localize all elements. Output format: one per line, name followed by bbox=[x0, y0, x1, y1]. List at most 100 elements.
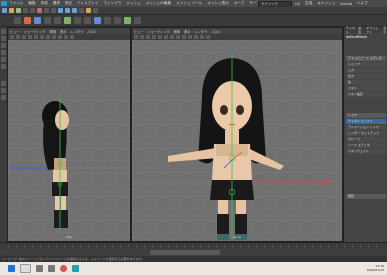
extrude-icon[interactable] bbox=[94, 17, 101, 24]
grid-icon[interactable] bbox=[34, 35, 38, 39]
menu-select[interactable]: 選択 bbox=[53, 1, 60, 6]
section-anim-layers[interactable]: アニメーション レイヤ bbox=[346, 125, 386, 130]
section-node-editor[interactable]: ノード エディタ bbox=[346, 143, 386, 148]
four-view-icon[interactable] bbox=[1, 88, 6, 93]
snap-grid-icon[interactable] bbox=[58, 8, 63, 13]
menu-display[interactable]: ディスプレイ bbox=[77, 1, 98, 6]
range-slider[interactable] bbox=[0, 249, 387, 256]
single-view-icon[interactable] bbox=[1, 81, 6, 86]
new-scene-icon[interactable] bbox=[2, 8, 7, 13]
lasso-tool-icon[interactable] bbox=[1, 36, 6, 41]
vp-menu-panels[interactable]: パネル bbox=[87, 29, 97, 34]
vp-menu-lighting[interactable]: 照明 bbox=[174, 29, 180, 34]
vp-menu-view[interactable]: ビュー bbox=[134, 29, 144, 34]
vp-menu-panels[interactable]: パネル bbox=[211, 29, 221, 34]
lock-camera-icon[interactable] bbox=[140, 35, 144, 39]
shadows-icon[interactable] bbox=[188, 35, 192, 39]
viewport-persp[interactable]: ビュー シェーディング 照明 表示 レンダラ パネル persp bbox=[131, 27, 343, 242]
plane-icon[interactable] bbox=[64, 17, 71, 24]
xray-icon[interactable] bbox=[70, 35, 74, 39]
windows-start-icon[interactable] bbox=[8, 265, 15, 272]
menu-cache[interactable]: キャッシュ bbox=[317, 1, 335, 6]
menu-modify[interactable]: 修正 bbox=[65, 1, 72, 6]
cone-icon[interactable] bbox=[54, 17, 61, 24]
wireframe-icon[interactable] bbox=[40, 35, 44, 39]
vp-menu-shading[interactable]: シェーディング bbox=[148, 29, 170, 34]
ambient-occlusion-icon[interactable] bbox=[200, 35, 204, 39]
vp-menu-renderer[interactable]: レンダラ bbox=[194, 29, 207, 34]
file-explorer-icon[interactable] bbox=[48, 265, 55, 272]
lock-camera-icon[interactable] bbox=[16, 35, 20, 39]
sphere-icon[interactable] bbox=[24, 17, 31, 24]
bridge-icon[interactable] bbox=[104, 17, 111, 24]
paint-select-icon[interactable] bbox=[1, 43, 6, 48]
torus-icon[interactable] bbox=[74, 17, 81, 24]
anti-alias-icon[interactable] bbox=[206, 35, 210, 39]
tab-edit[interactable]: 編集 bbox=[358, 26, 363, 34]
bevel-icon[interactable] bbox=[114, 17, 121, 24]
bookmark-icon[interactable] bbox=[22, 35, 26, 39]
snap-point-icon[interactable] bbox=[72, 8, 77, 13]
vp-menu-show[interactable]: 表示 bbox=[184, 29, 190, 34]
image-plane-icon[interactable] bbox=[152, 35, 156, 39]
menu-windows[interactable]: ウィンドウ bbox=[103, 1, 121, 6]
grid-icon[interactable] bbox=[158, 35, 162, 39]
section-render-setup[interactable]: レンダー セットアップ bbox=[346, 131, 386, 136]
redo-icon[interactable] bbox=[30, 8, 35, 13]
render-settings-icon[interactable] bbox=[93, 8, 98, 13]
select-tool-icon[interactable] bbox=[1, 29, 6, 34]
smooth-shade-icon[interactable] bbox=[46, 35, 50, 39]
section-channel-box[interactable]: チャネル ボックス bbox=[346, 119, 386, 124]
viewport-persp-canvas[interactable]: persp bbox=[132, 40, 342, 241]
object-name[interactable]: defaultMesh bbox=[344, 33, 387, 41]
rotate-tool-icon[interactable] bbox=[1, 57, 6, 62]
xray-icon[interactable] bbox=[194, 35, 198, 39]
search-icon[interactable] bbox=[20, 264, 31, 273]
shadows-icon[interactable] bbox=[64, 35, 68, 39]
save-scene-icon[interactable] bbox=[16, 8, 21, 13]
row-inputs[interactable]: 入力 bbox=[346, 68, 386, 73]
scale-tool-icon[interactable] bbox=[1, 64, 6, 69]
vp-menu-view[interactable]: ビュー bbox=[10, 29, 20, 34]
range-slider-handle[interactable] bbox=[150, 250, 220, 255]
menu-help[interactable]: ヘルプ bbox=[357, 1, 368, 6]
row-skin-settings[interactable]: スキン設定 bbox=[346, 92, 386, 97]
browser-icon[interactable] bbox=[60, 265, 67, 272]
menu-curves[interactable]: カーブ bbox=[234, 1, 245, 6]
row-outputs[interactable]: 出力 bbox=[346, 74, 386, 79]
menu-edit[interactable]: 編集 bbox=[28, 1, 35, 6]
section-skin-weights[interactable]: スキンウェイト bbox=[346, 149, 386, 154]
vp-menu-lighting[interactable]: 照明 bbox=[50, 29, 56, 34]
lights-icon[interactable] bbox=[182, 35, 186, 39]
menu-arnold[interactable]: Arnold bbox=[340, 2, 352, 6]
undo-icon[interactable] bbox=[23, 8, 28, 13]
section-groups[interactable]: グループ bbox=[346, 137, 386, 142]
menu-uv[interactable]: UV bbox=[295, 2, 300, 6]
menu-edit-mesh[interactable]: メッシュの編集 bbox=[146, 1, 171, 6]
vp-menu-renderer[interactable]: レンダラ bbox=[70, 29, 83, 34]
wireframe-icon[interactable] bbox=[164, 35, 168, 39]
viewport-side-canvas[interactable]: side bbox=[8, 40, 130, 241]
move-tool-icon[interactable] bbox=[1, 50, 6, 55]
cube-icon[interactable] bbox=[34, 17, 41, 24]
menu-mesh-tools[interactable]: メッシュ ツール bbox=[176, 1, 202, 6]
system-tray[interactable]: 13:36 2022/07/15 bbox=[367, 264, 384, 272]
viewport-side[interactable]: ビュー シェーディング 照明 表示 レンダラ パネル side bbox=[7, 27, 131, 242]
vp-menu-show[interactable]: 表示 bbox=[60, 29, 66, 34]
menu-mesh-display[interactable]: メッシュ表示 bbox=[207, 1, 229, 6]
smooth-icon[interactable] bbox=[124, 17, 131, 24]
curve-tool-icon[interactable] bbox=[14, 17, 21, 24]
camera-icon[interactable] bbox=[10, 35, 14, 39]
render-icon[interactable] bbox=[79, 8, 84, 13]
menu-generate[interactable]: 生成 bbox=[305, 1, 312, 6]
vp-menu-shading[interactable]: シェーディング bbox=[24, 29, 46, 34]
task-view-icon[interactable] bbox=[36, 265, 43, 272]
menu-create[interactable]: 作成 bbox=[41, 1, 48, 6]
cylinder-icon[interactable] bbox=[44, 17, 51, 24]
select-hierarchy-icon[interactable] bbox=[37, 8, 42, 13]
ipr-render-icon[interactable] bbox=[86, 8, 91, 13]
mirror-icon[interactable] bbox=[134, 17, 141, 24]
snap-curve-icon[interactable] bbox=[65, 8, 70, 13]
camera-icon[interactable] bbox=[134, 35, 138, 39]
two-view-icon[interactable] bbox=[1, 95, 6, 100]
